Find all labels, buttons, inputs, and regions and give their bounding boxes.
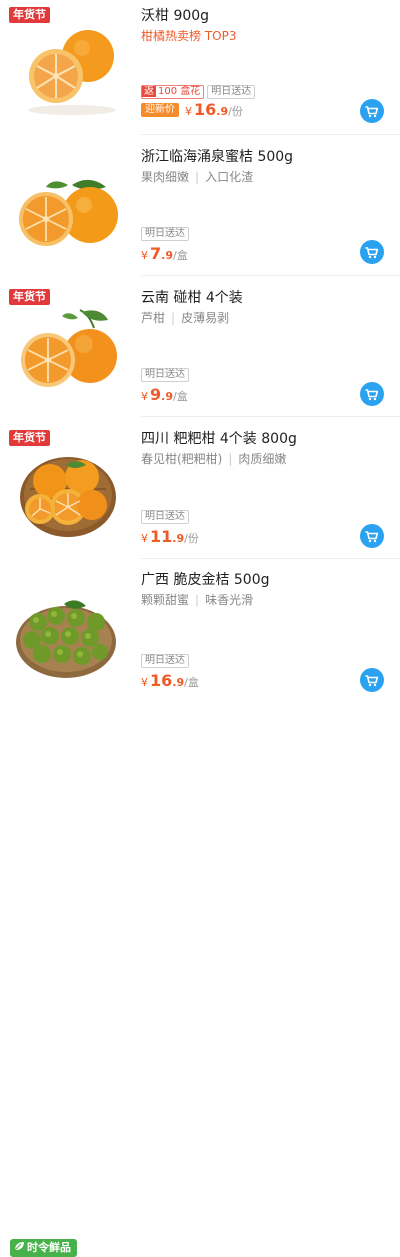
product-item[interactable]: 时令鲜品 广西 脆皮金桔 500g 颗颗甜蜜 | 味香光滑 明日送达 ¥16.9/盒 — [0, 564, 400, 1257]
delivery-tag: 明日送达 — [141, 510, 189, 524]
shopping-cart-icon — [365, 675, 379, 687]
product-title[interactable]: 浙江临海涌泉蜜桔 500g — [141, 146, 293, 166]
price: ¥16.9/盒 — [141, 671, 199, 690]
features: 春见柑(粑粑柑) | 肉质细嫩 — [141, 452, 287, 466]
fresh-badge: 时令鲜品 — [10, 1239, 77, 1257]
tag-row: 返 100 盒花 明日送达 — [141, 85, 258, 99]
delivery-tag: 明日送达 — [141, 654, 189, 668]
divider — [141, 558, 400, 559]
price: ¥11.9/份 — [141, 527, 199, 546]
ranking-label: 柑橘热卖榜 TOP3 — [141, 29, 237, 43]
add-to-cart-button[interactable] — [360, 668, 384, 692]
add-to-cart-button[interactable] — [360, 524, 384, 548]
tag-row: 明日送达 — [141, 368, 192, 382]
add-to-cart-button[interactable] — [360, 382, 384, 406]
add-to-cart-button[interactable] — [360, 240, 384, 264]
new-price-tag: 迎新价 — [141, 103, 179, 117]
price: ¥7.9/盒 — [141, 244, 188, 263]
coupon-tag: 返 100 盒花 — [141, 85, 205, 99]
product-item[interactable]: 浙江临海涌泉蜜桔 500g 果肉细嫩 | 入口化渣 明日送达 ¥7.9/盒 — [0, 141, 400, 282]
leaf-icon — [14, 1241, 25, 1255]
features: 果肉细嫩 | 入口化渣 — [141, 170, 254, 184]
divider — [141, 275, 400, 276]
product-list: 年货节 沃柑 900g 柑橘热卖榜 TOP3 返 100 盒花 明日送达 迎新价 ¥1… — [0, 0, 400, 1257]
divider — [141, 416, 400, 417]
delivery-tag: 明日送达 — [141, 227, 189, 241]
tag-row: 明日送达 — [141, 510, 192, 524]
product-image[interactable] — [10, 147, 122, 259]
festival-badge: 年货节 — [9, 430, 50, 446]
shopping-cart-icon — [365, 106, 379, 118]
product-item[interactable]: 年货节 四川 粑粑柑 4个装 800g 春见柑(粑粑柑) | 肉质细嫩 明日送达 ¥… — [0, 423, 400, 564]
features: 颗颗甜蜜 | 味香光滑 — [141, 593, 254, 607]
festival-badge: 年货节 — [9, 289, 50, 305]
add-to-cart-button[interactable] — [360, 99, 384, 123]
product-title[interactable]: 云南 碰柑 4个装 — [141, 287, 243, 307]
delivery-tag: 明日送达 — [207, 85, 256, 99]
product-item[interactable]: 年货节 沃柑 900g 柑橘热卖榜 TOP3 返 100 盒花 明日送达 迎新价 ¥1… — [0, 0, 400, 141]
product-title[interactable]: 四川 粑粑柑 4个装 800g — [141, 428, 297, 448]
product-title[interactable]: 沃柑 900g — [141, 5, 209, 25]
shopping-cart-icon — [365, 531, 379, 543]
product-item[interactable]: 年货节 云南 碰柑 4个装 芦柑 | 皮薄易剥 明日送达 ¥9.9/盒 — [0, 282, 400, 423]
tag-row: 明日送达 — [141, 654, 192, 668]
price: ¥9.9/盒 — [141, 385, 188, 404]
shopping-cart-icon — [365, 389, 379, 401]
features: 芦柑 | 皮薄易剥 — [141, 311, 230, 325]
product-title[interactable]: 广西 脆皮金桔 500g — [141, 569, 270, 589]
shopping-cart-icon — [365, 247, 379, 259]
product-image[interactable] — [10, 570, 122, 682]
festival-badge: 年货节 — [9, 7, 50, 23]
price: 迎新价 ¥16.9/份 — [141, 100, 243, 119]
delivery-tag: 明日送达 — [141, 368, 189, 382]
divider — [141, 134, 400, 135]
tag-row: 明日送达 — [141, 227, 192, 241]
